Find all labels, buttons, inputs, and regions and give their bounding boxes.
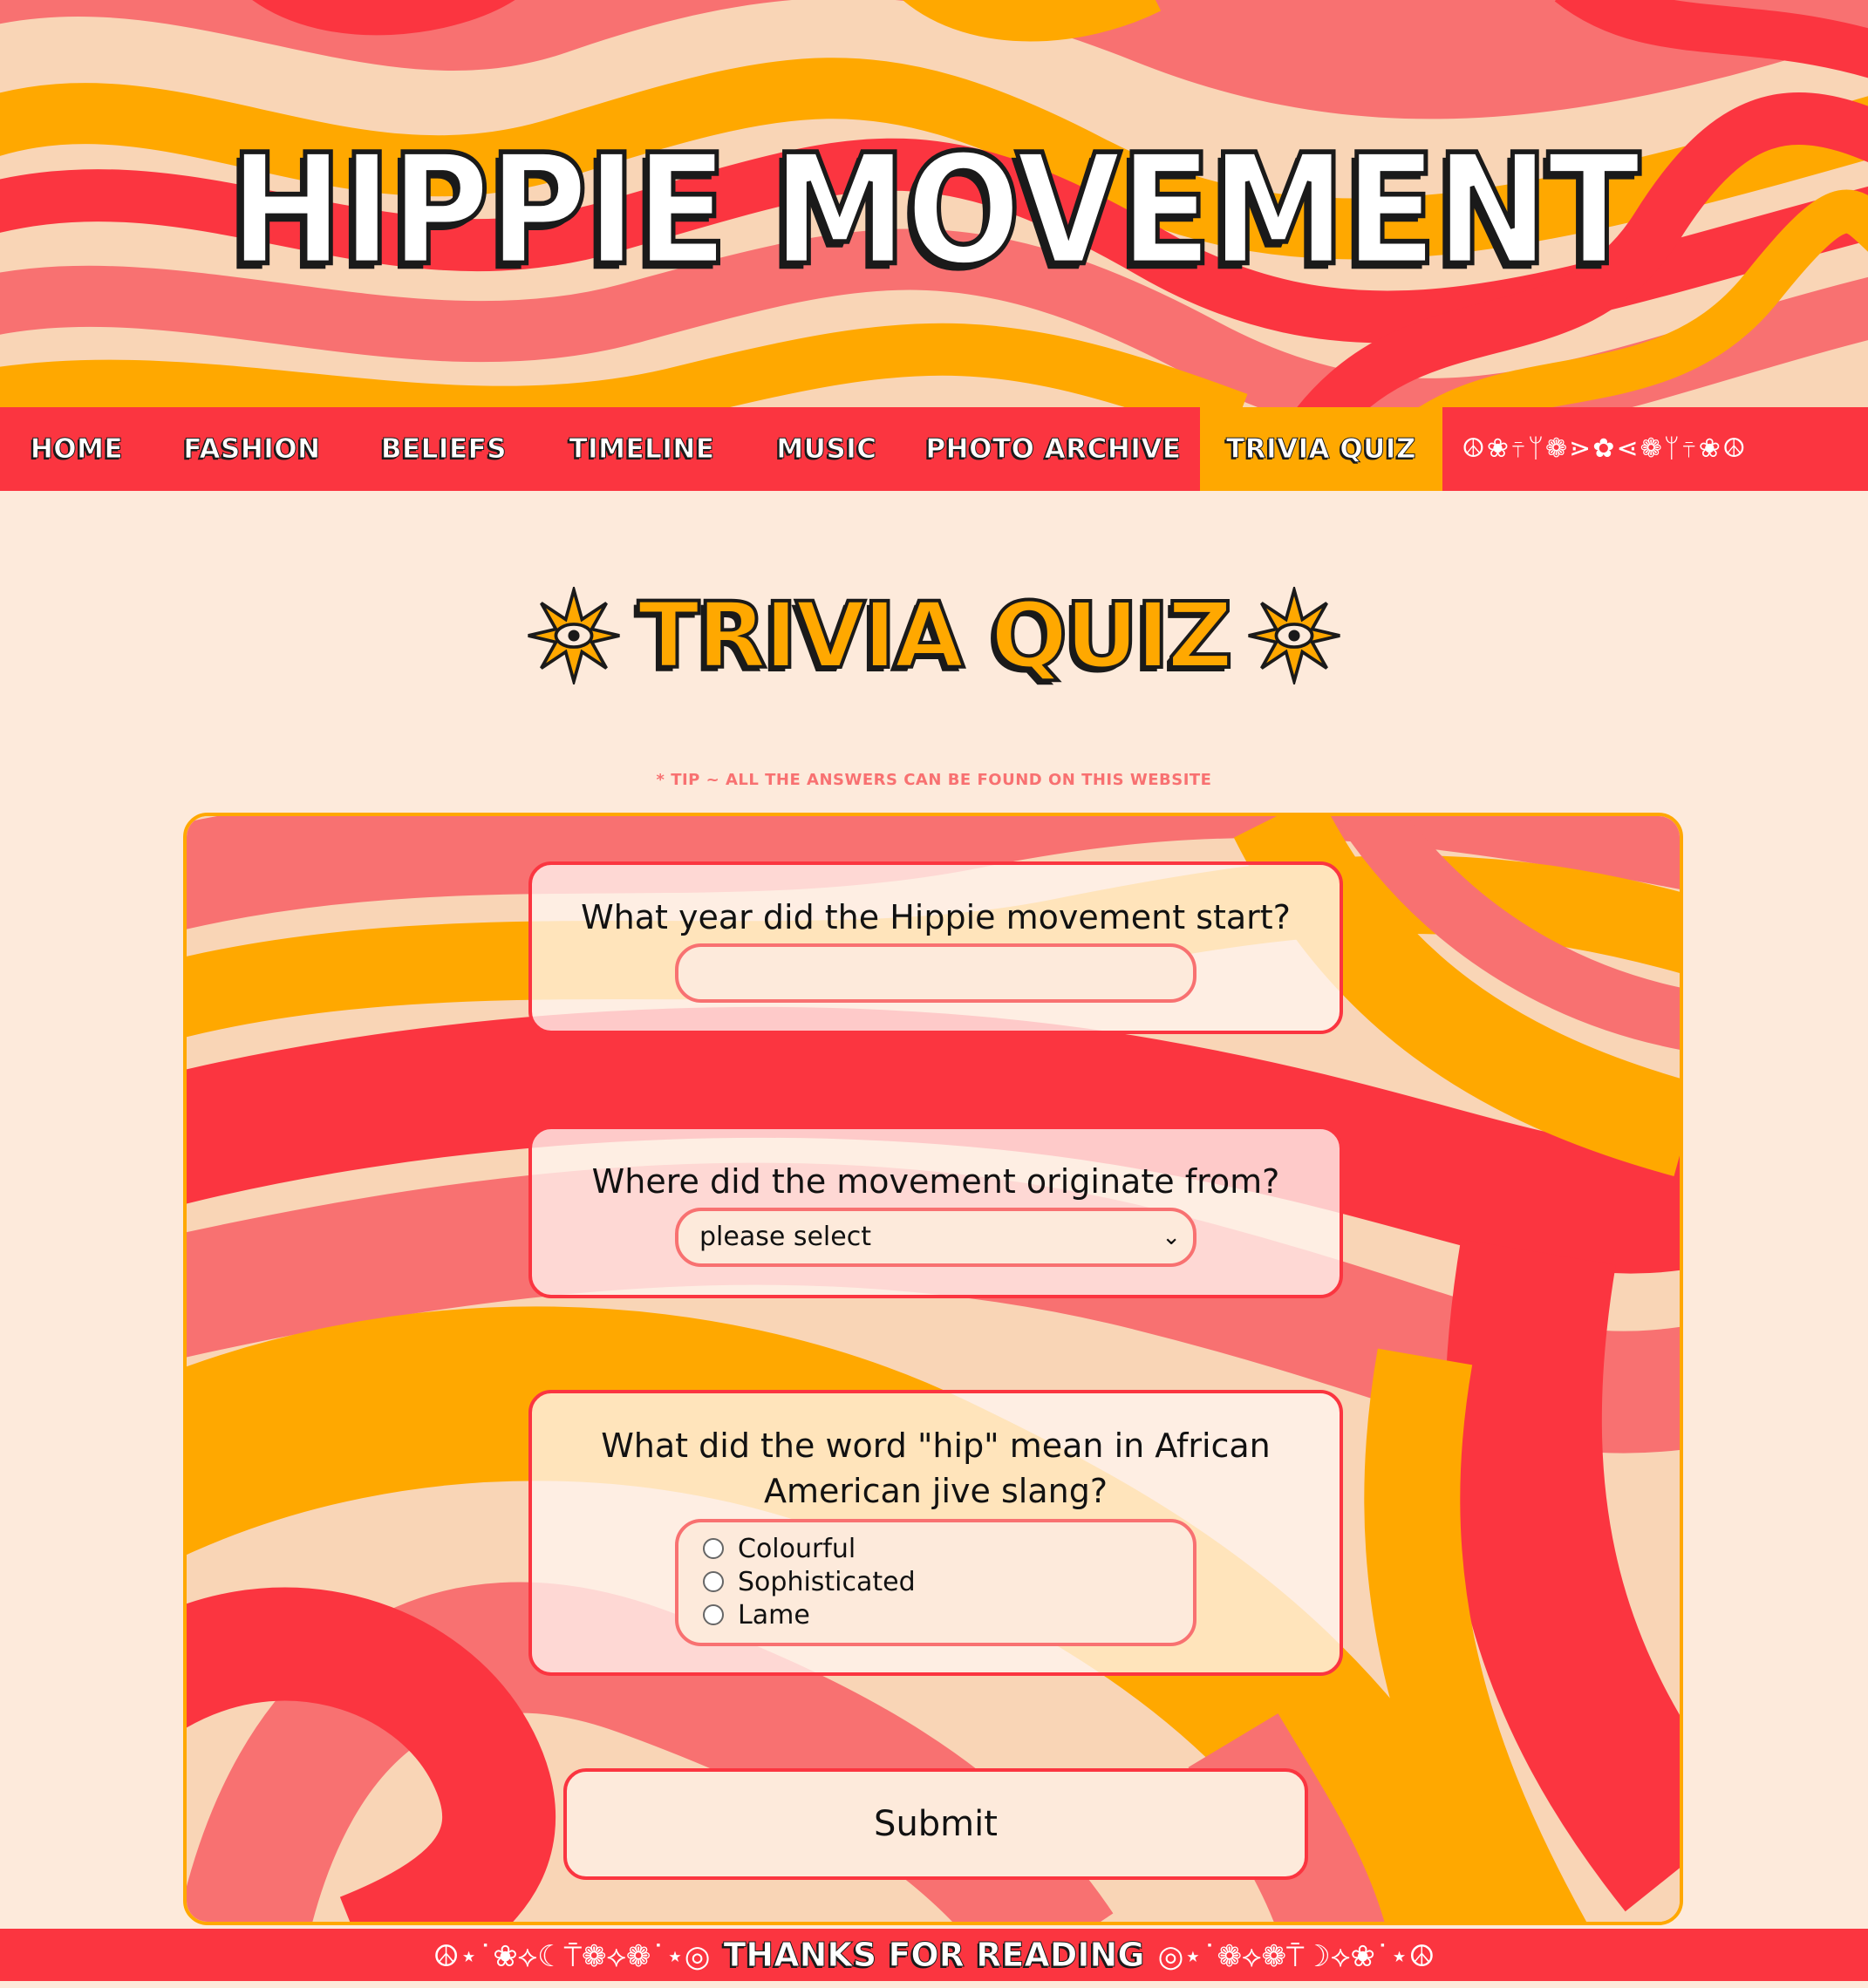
nav-item-photo-archive[interactable]: PHOTO ARCHIVE [907,407,1200,491]
nav-item-trivia-quiz[interactable]: TRIVIA QUIZ [1200,407,1442,491]
question-card-2: Where did the movement originate from? p… [528,1126,1343,1298]
radio-option[interactable]: Colourful [678,1533,1193,1566]
radio-button[interactable] [703,1571,724,1592]
quiz-form: What year did the Hippie movement start?… [183,813,1683,1925]
question-card-3: What did the word "hip" mean in African … [528,1390,1343,1676]
footer-decoration-left: ☮⋆˙❀⟡☾⍑❁⟡❁˙⋆◎ [433,1939,711,1974]
origin-select[interactable]: please select ⌄ [675,1208,1196,1267]
main-nav: HOME FASHION BELIEFS TIMELINE MUSIC PHOT… [0,407,1868,491]
radio-option[interactable]: Sophisticated [678,1566,1193,1599]
chevron-down-icon: ⌄ [1162,1224,1181,1250]
site-title: HIPPIE MOVEMENT [228,119,1643,301]
submit-button[interactable]: Submit [563,1768,1308,1880]
footer-text: THANKS FOR READING [723,1936,1145,1975]
radio-label: Colourful [738,1534,856,1564]
nav-item-home[interactable]: HOME [0,407,153,491]
question-text: What did the word "hip" mean in African … [601,1426,1271,1510]
page-heading: TRIVIA QUIZ [0,581,1868,691]
nav-decoration: ☮❀⍑ᛘ❁⋗✿⋖❁ᛘ⍑❀☮ [1462,433,1748,464]
radio-label: Sophisticated [738,1567,916,1597]
radio-button[interactable] [703,1604,724,1625]
question-text: What year did the Hippie movement start? [581,898,1291,936]
hip-meaning-radio-group: Colourful Sophisticated Lame [675,1519,1196,1646]
sun-eye-icon [1248,587,1340,684]
question-card-1: What year did the Hippie movement start? [528,861,1343,1034]
nav-item-music[interactable]: MUSIC [747,407,907,491]
radio-button[interactable] [703,1538,724,1559]
tip-text: * TIP ~ ALL THE ANSWERS CAN BE FOUND ON … [656,771,1212,789]
radio-label: Lame [738,1600,810,1631]
select-value: please select [699,1222,871,1252]
nav-item-fashion[interactable]: FASHION [153,407,351,491]
header-banner: HIPPIE MOVEMENT [0,0,1868,407]
question-text: Where did the movement originate from? [591,1162,1280,1201]
page-title: TRIVIA QUIZ [636,581,1235,691]
footer-decoration-right: ◎⋆˙❁⟡❁⍑☽⟡❀˙⋆☮ [1157,1939,1435,1974]
year-input[interactable] [675,943,1196,1003]
nav-item-timeline[interactable]: TIMELINE [537,407,747,491]
footer: ☮⋆˙❀⟡☾⍑❁⟡❁˙⋆◎ THANKS FOR READING ◎⋆˙❁⟡❁⍑… [0,1929,1868,1981]
nav-item-beliefs[interactable]: BELIEFS [351,407,537,491]
radio-option[interactable]: Lame [678,1599,1193,1632]
sun-eye-icon [528,587,620,684]
